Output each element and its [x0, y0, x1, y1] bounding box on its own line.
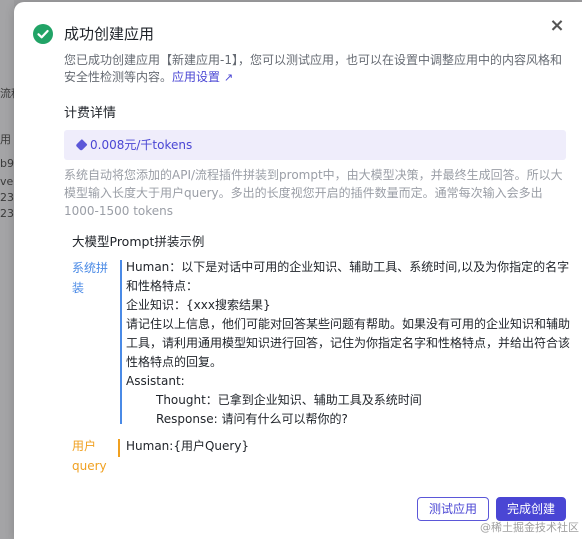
- description-text: 您已成功创建应用【新建应用-1】，您可以测试应用，也可以在设置中调整应用中的内容…: [64, 53, 562, 84]
- price-badge: 0.008元/千tokens: [64, 130, 566, 160]
- success-dialog: 成功创建应用 × 您已成功创建应用【新建应用-1】，您可以测试应用，也可以在设置…: [14, 2, 582, 539]
- background-text-fragment: b9: [0, 157, 14, 170]
- app-settings-link-label[interactable]: 应用设置: [172, 70, 220, 84]
- background-text-fragment: 23: [0, 207, 14, 220]
- app-settings-link[interactable]: 应用设置 ↗: [172, 70, 233, 84]
- prompt-line-indented: Response: 请问有什么可以帮你的?: [156, 412, 348, 426]
- background-text-fragment: 用: [0, 133, 11, 146]
- test-app-button[interactable]: 测试应用: [417, 497, 489, 521]
- price-text: 0.008元/千tokens: [90, 138, 193, 152]
- prompt-line: Human：以下是对话中可用的企业知识、辅助工具、系统时间,以及为你指定的名字和…: [126, 260, 570, 293]
- user-divider: [118, 439, 120, 457]
- system-assembly-label: 系统拼装: [72, 261, 109, 295]
- dialog-title: 成功创建应用: [64, 25, 155, 43]
- watermark: @稀土掘金技术社区: [480, 521, 579, 534]
- user-query-content: Human:{用户Query}: [126, 439, 250, 453]
- background-page: [0, 0, 14, 539]
- system-prompt-block: Human：以下是对话中可用的企业知识、辅助工具、系统时间,以及为你指定的名字和…: [126, 258, 571, 429]
- prompt-line-indented: Thought：已拿到企业知识、辅助工具及系统时间: [156, 393, 422, 407]
- background-text-fragment: 23: [0, 191, 14, 204]
- dialog-description: 您已成功创建应用【新建应用-1】，您可以测试应用，也可以在设置中调整应用中的内容…: [64, 52, 569, 86]
- system-divider: [120, 260, 122, 424]
- finish-create-button[interactable]: 完成创建: [496, 497, 566, 521]
- prompt-line: Assistant:: [126, 374, 185, 388]
- close-icon[interactable]: ×: [545, 14, 569, 38]
- external-link-icon: ↗: [223, 71, 234, 84]
- billing-title: 计费详情: [64, 106, 117, 121]
- price-tag-icon: [75, 138, 88, 152]
- prompt-example-title: 大模型Prompt拼装示例: [72, 234, 205, 249]
- billing-description: 系统自动将您添加的API/流程插件拼装到prompt中，由大模型决策，并最终生成…: [64, 168, 563, 218]
- success-check-icon: [33, 24, 53, 44]
- prompt-line: 企业知识：{xxx搜索结果}: [126, 298, 271, 312]
- prompt-line: 请记住以上信息，他们可能对回答某些问题有帮助。如果没有可用的企业知识和辅助工具，…: [126, 317, 571, 369]
- user-query-label: 用户query: [72, 439, 107, 473]
